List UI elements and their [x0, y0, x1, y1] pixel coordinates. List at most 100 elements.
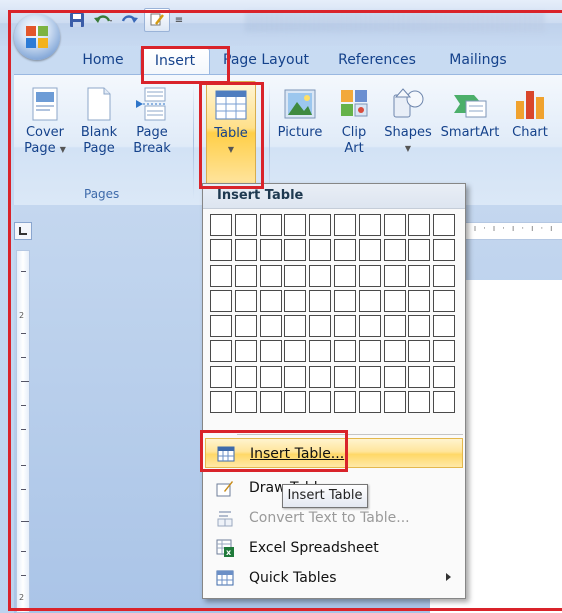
grid-cell[interactable] [309, 315, 332, 338]
grid-cell[interactable] [259, 264, 282, 287]
grid-cell[interactable] [210, 365, 232, 388]
grid-cell[interactable] [284, 289, 307, 312]
grid-cell[interactable] [259, 289, 282, 312]
grid-cell[interactable] [383, 315, 406, 338]
grid-cell[interactable] [358, 264, 381, 287]
grid-cell[interactable] [408, 214, 431, 236]
grid-cell[interactable] [210, 289, 232, 312]
grid-cell[interactable] [309, 239, 332, 262]
grid-cell[interactable] [408, 391, 431, 414]
clip-art-button[interactable]: Clip Art [332, 81, 376, 157]
grid-cell[interactable] [383, 214, 406, 236]
grid-cell[interactable] [210, 340, 232, 363]
grid-cell[interactable] [333, 391, 356, 414]
grid-cell[interactable] [309, 340, 332, 363]
grid-cell[interactable] [358, 214, 381, 236]
grid-cell[interactable] [408, 365, 431, 388]
table-size-grid[interactable] [210, 214, 456, 414]
grid-cell[interactable] [383, 239, 406, 262]
grid-cell[interactable] [333, 214, 356, 236]
grid-cell[interactable] [408, 340, 431, 363]
grid-cell[interactable] [234, 239, 257, 262]
grid-cell[interactable] [284, 391, 307, 414]
save-icon[interactable] [66, 10, 88, 30]
grid-cell[interactable] [284, 340, 307, 363]
smartart-button[interactable]: SmartArt [438, 81, 502, 141]
grid-cell[interactable] [284, 315, 307, 338]
excel-spreadsheet-menu-item[interactable]: x Excel Spreadsheet [205, 533, 463, 563]
grid-cell[interactable] [408, 239, 431, 262]
tab-references[interactable]: References [322, 48, 432, 74]
insert-table-menu-item[interactable]: Insert Table... [205, 438, 463, 468]
grid-cell[interactable] [383, 365, 406, 388]
grid-cell[interactable] [309, 264, 332, 287]
grid-cell[interactable] [210, 391, 232, 414]
grid-cell[interactable] [284, 239, 307, 262]
grid-cell[interactable] [358, 391, 381, 414]
grid-cell[interactable] [309, 391, 332, 414]
format-painter-icon[interactable] [144, 8, 170, 32]
grid-cell[interactable] [234, 391, 257, 414]
grid-cell[interactable] [433, 214, 456, 236]
grid-cell[interactable] [383, 340, 406, 363]
shapes-button[interactable]: Shapes ▼ [380, 81, 436, 157]
grid-cell[interactable] [408, 315, 431, 338]
picture-button[interactable]: Picture [272, 81, 328, 141]
tab-page-layout[interactable]: Page Layout [210, 48, 322, 74]
grid-cell[interactable] [333, 239, 356, 262]
grid-cell[interactable] [358, 289, 381, 312]
customize-qat-icon[interactable]: ≡ [174, 10, 184, 30]
grid-cell[interactable] [383, 264, 406, 287]
grid-cell[interactable] [234, 264, 257, 287]
grid-cell[interactable] [309, 365, 332, 388]
tab-mailings[interactable]: Mailings [432, 48, 524, 74]
tab-home[interactable]: Home [66, 48, 140, 74]
grid-cell[interactable] [333, 340, 356, 363]
grid-cell[interactable] [210, 214, 232, 236]
grid-cell[interactable] [358, 239, 381, 262]
cover-page-button[interactable]: Cover Page ▼ [20, 81, 70, 158]
grid-cell[interactable] [210, 315, 232, 338]
office-button[interactable] [14, 14, 60, 60]
grid-cell[interactable] [333, 264, 356, 287]
horizontal-ruler[interactable]: · ı · ı · ı · ı · ı [462, 222, 562, 240]
grid-cell[interactable] [210, 264, 232, 287]
grid-cell[interactable] [259, 340, 282, 363]
grid-cell[interactable] [433, 365, 456, 388]
grid-cell[interactable] [234, 289, 257, 312]
tab-selector-button[interactable] [14, 222, 32, 240]
grid-cell[interactable] [433, 264, 456, 287]
grid-cell[interactable] [259, 391, 282, 414]
grid-cell[interactable] [358, 315, 381, 338]
grid-cell[interactable] [433, 340, 456, 363]
grid-cell[interactable] [234, 340, 257, 363]
grid-cell[interactable] [259, 214, 282, 236]
blank-page-button[interactable]: Blank Page [76, 81, 122, 157]
grid-cell[interactable] [433, 315, 456, 338]
chart-button[interactable]: Chart [506, 81, 554, 141]
grid-cell[interactable] [408, 264, 431, 287]
grid-cell[interactable] [383, 289, 406, 312]
table-button[interactable]: Table ▼ [206, 81, 256, 185]
grid-cell[interactable] [408, 289, 431, 312]
grid-cell[interactable] [284, 214, 307, 236]
grid-cell[interactable] [284, 365, 307, 388]
undo-icon[interactable] [92, 10, 114, 30]
grid-cell[interactable] [433, 239, 456, 262]
grid-cell[interactable] [433, 289, 456, 312]
grid-cell[interactable] [284, 264, 307, 287]
grid-cell[interactable] [259, 365, 282, 388]
grid-cell[interactable] [234, 214, 257, 236]
page-break-button[interactable]: Page Break [128, 81, 176, 157]
grid-cell[interactable] [358, 365, 381, 388]
grid-cell[interactable] [210, 239, 232, 262]
quick-tables-menu-item[interactable]: Quick Tables [205, 563, 463, 593]
grid-cell[interactable] [358, 340, 381, 363]
grid-cell[interactable] [433, 391, 456, 414]
grid-cell[interactable] [309, 214, 332, 236]
tab-insert[interactable]: Insert [140, 48, 210, 74]
grid-cell[interactable] [259, 239, 282, 262]
grid-cell[interactable] [333, 315, 356, 338]
redo-icon[interactable] [118, 10, 140, 30]
grid-cell[interactable] [259, 315, 282, 338]
